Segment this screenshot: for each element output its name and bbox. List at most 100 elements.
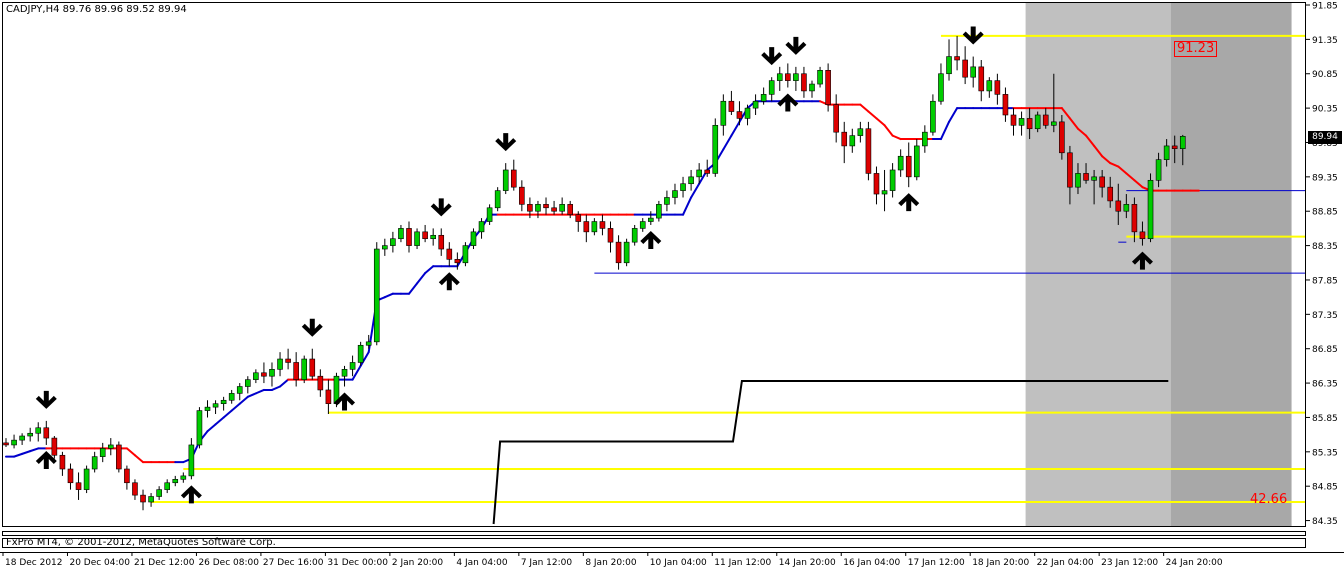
- candle-body: [841, 131, 848, 147]
- candle-body: [760, 94, 767, 102]
- x-tick-label: 24 Jan 20:00: [1166, 558, 1223, 568]
- candle-body: [543, 204, 549, 209]
- candle-body: [1179, 135, 1186, 149]
- x-tick-label: 4 Jan 04:00: [456, 558, 508, 568]
- candle-body: [631, 228, 638, 243]
- candle-body: [728, 100, 735, 112]
- candle-body: [1139, 231, 1146, 240]
- candle-body: [768, 80, 775, 95]
- y-tick-label: 84.85: [1312, 483, 1338, 493]
- status-bar-top: [2, 531, 1306, 536]
- symbol-label: CADJPY,H4 89.76 89.96 89.52 89.94: [6, 4, 187, 15]
- candle-body: [494, 190, 501, 209]
- candle-body: [406, 228, 412, 246]
- candle-body: [398, 228, 404, 240]
- candle-body: [801, 73, 807, 92]
- candle-body: [285, 358, 291, 363]
- y-tick-label: 85.85: [1312, 414, 1338, 424]
- candle-body: [277, 358, 283, 370]
- candle-body: [1107, 186, 1114, 202]
- candle-body: [1155, 159, 1162, 181]
- x-tick-label: 27 Dec 16:00: [263, 558, 324, 568]
- candle-body: [833, 104, 839, 133]
- x-tick-label: 11 Jan 12:00: [714, 558, 771, 568]
- candle-body: [720, 100, 727, 126]
- y-tick-label: 91.85: [1312, 2, 1338, 12]
- candle-body: [19, 435, 25, 441]
- candle-body: [873, 173, 880, 195]
- price-chart[interactable]: 91.8591.3590.8590.3589.8589.3588.8588.35…: [0, 0, 1344, 568]
- candle-body: [962, 59, 968, 78]
- candle-body: [865, 128, 872, 174]
- candle-body: [365, 341, 372, 346]
- candle-body: [897, 155, 904, 171]
- x-tick-label: 22 Jan 04:00: [1037, 558, 1094, 568]
- candle-body: [551, 207, 557, 212]
- candle-body: [301, 358, 308, 380]
- candle-body: [583, 221, 590, 233]
- candle-body: [422, 231, 428, 240]
- candle-body: [922, 131, 928, 147]
- candle-body: [204, 406, 211, 411]
- candle-body: [196, 410, 203, 446]
- candle-body: [180, 475, 187, 480]
- candle-body: [1099, 176, 1105, 188]
- x-tick-label: 20 Dec 04:00: [69, 558, 130, 568]
- candle-body: [785, 73, 791, 81]
- candle-body: [390, 238, 396, 246]
- candle-body: [954, 56, 960, 61]
- candle-body: [414, 231, 420, 246]
- candle-body: [11, 439, 17, 446]
- candle-body: [857, 128, 864, 136]
- candle-body: [1018, 118, 1025, 126]
- candle-body: [43, 427, 50, 439]
- candle-body: [454, 259, 461, 264]
- candle-body: [1067, 152, 1073, 188]
- candle-body: [656, 204, 662, 219]
- candle-body: [994, 80, 1001, 95]
- candle-body: [970, 66, 977, 78]
- candle-body: [1026, 118, 1033, 130]
- candle-body: [1010, 114, 1017, 126]
- candle-body: [91, 456, 98, 470]
- y-tick-label: 90.35: [1312, 105, 1338, 115]
- candle-body: [75, 482, 82, 490]
- candle-body: [680, 183, 686, 191]
- candle-body: [1034, 114, 1041, 130]
- candle-body: [599, 221, 606, 229]
- x-tick-label: 18 Dec 2012: [5, 558, 63, 568]
- x-tick-label: 18 Jan 20:00: [972, 558, 1029, 568]
- candle-body: [1171, 145, 1178, 149]
- candle-body: [438, 234, 445, 250]
- candle-body: [809, 83, 815, 92]
- x-tick-label: 26 Dec 08:00: [198, 558, 259, 568]
- x-tick-label: 10 Jan 04:00: [650, 558, 707, 568]
- candle-body: [510, 169, 517, 188]
- candle-body: [946, 56, 952, 75]
- candle-body: [502, 169, 509, 191]
- candle-body: [881, 190, 888, 195]
- candle-body: [116, 444, 122, 470]
- candle-body: [309, 358, 316, 377]
- candle-body: [1059, 121, 1065, 154]
- y-tick-label: 87.85: [1312, 276, 1338, 286]
- candle-body: [325, 389, 332, 405]
- candle-body: [688, 176, 694, 185]
- y-tick-label: 85.35: [1312, 448, 1338, 458]
- candle-body: [1123, 204, 1130, 212]
- candle-body: [59, 454, 66, 470]
- candle-body: [607, 228, 614, 243]
- candle-body: [615, 241, 622, 264]
- candle-body: [712, 124, 719, 174]
- candle-body: [1091, 176, 1097, 181]
- candle-body: [736, 111, 743, 119]
- candle-body: [825, 70, 831, 105]
- candle-body: [591, 221, 598, 233]
- y-tick-label: 87.35: [1312, 311, 1338, 321]
- candle-body: [236, 386, 243, 394]
- candle-body: [905, 155, 912, 178]
- candle-body: [462, 245, 469, 264]
- candle-body: [986, 80, 993, 92]
- candle-body: [164, 482, 170, 490]
- candle-body: [132, 482, 138, 496]
